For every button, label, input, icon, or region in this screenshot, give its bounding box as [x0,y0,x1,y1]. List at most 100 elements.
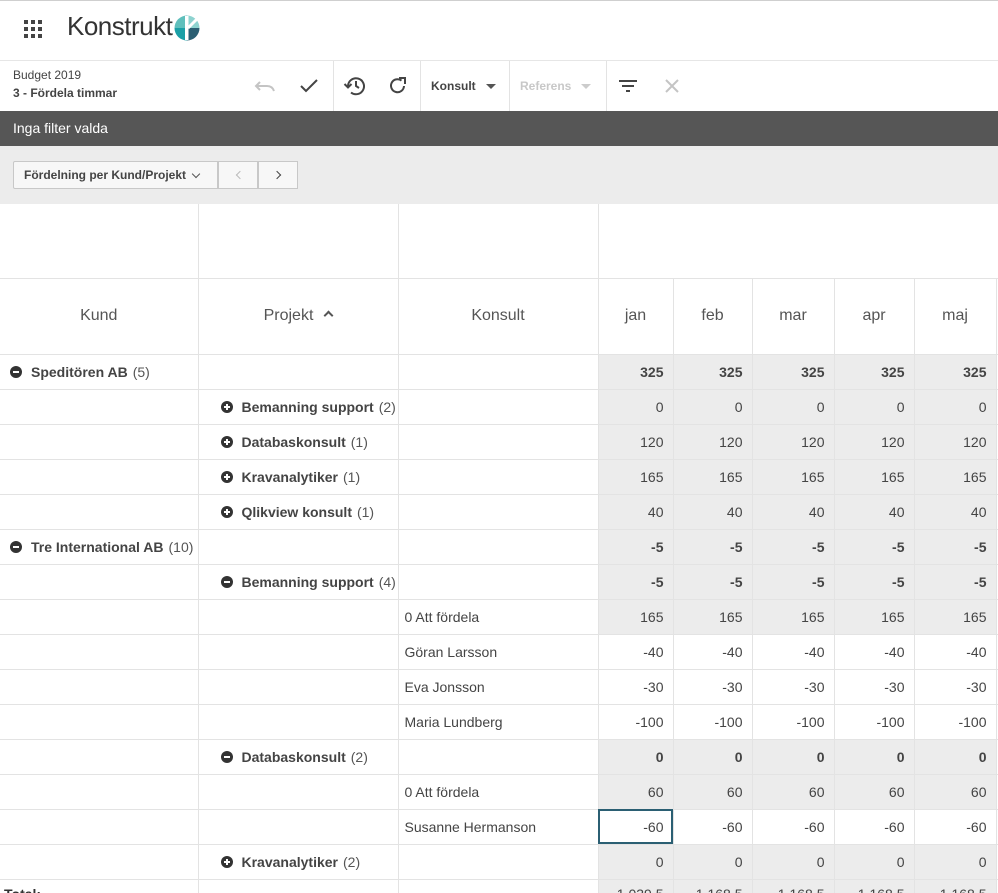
filter-status-bar: Inga filter valda [0,111,998,146]
month-value-cell: -5 [752,529,835,565]
table-row: Susanne Hermanson -60 -60 -60 -60 -60 [0,809,998,845]
table-row: Qlikview konsult (1) 40 40 40 40 40 [0,494,998,530]
row-count: (1) [343,468,361,485]
column-header-kund[interactable]: Kund [0,278,199,355]
app-header: Konstrukt [0,0,998,61]
table-row: 0 Att fördela 60 60 60 60 60 [0,774,998,810]
month-value-cell: 0 [834,844,915,880]
month-value-cell: 165 [752,459,835,495]
month-value-cell[interactable]: -100 [752,704,835,740]
konsult-dropdown-label: Konsult [431,79,476,93]
column-header-konsult[interactable]: Konsult [398,278,599,355]
column-header-month[interactable]: maj [914,278,997,355]
month-value-cell: 0 [914,844,997,880]
close-icon [665,79,679,93]
clear-filter-button[interactable] [657,71,687,101]
chevron-left-icon [235,170,244,180]
logo-text: Konstrukt [67,11,173,41]
month-value-cell: 40 [834,494,915,530]
month-value-cell[interactable]: -60 [834,809,915,845]
month-value-cell[interactable]: -30 [598,669,674,705]
month-value-cell: 0 [598,389,674,425]
month-value-cell: 0 [673,739,753,775]
expand-icon[interactable] [220,855,233,868]
month-value-cell[interactable]: -60 [914,809,997,845]
caret-down-icon [581,83,592,89]
expand-icon[interactable] [220,505,233,518]
month-value-cell[interactable]: -30 [752,669,835,705]
consultant-name [398,494,599,530]
grouping-dropdown[interactable]: Fördelning per Kund/Projekt [13,161,218,189]
expand-icon[interactable] [220,470,233,483]
month-value-cell[interactable]: -60 [673,809,753,845]
total-value-cell: 1 168.5 [914,879,997,893]
month-value-cell: 325 [834,354,915,390]
chevron-down-icon [191,169,201,178]
month-value-cell[interactable]: -100 [598,704,674,740]
table-row: Speditören AB (5) 325 325 325 325 325 [0,354,998,390]
month-value-cell: 165 [914,459,997,495]
month-value-cell: 165 [834,459,915,495]
table-row: Bemanning support (2) 0 0 0 0 0 [0,389,998,425]
month-value-cell: 325 [598,354,674,390]
expand-icon[interactable] [220,435,233,448]
month-value-cell: 60 [598,774,674,810]
breadcrumb-budget[interactable]: Budget 2019 [13,68,81,82]
app-launcher-icon[interactable] [24,20,42,38]
month-value-cell: 165 [598,459,674,495]
month-value-cell: -5 [834,564,915,600]
month-value-cell[interactable]: -30 [673,669,753,705]
customer-name: Tre International AB [31,538,164,555]
month-value-cell: 165 [752,599,835,635]
month-value-cell[interactable]: -40 [834,634,915,670]
month-value-cell[interactable]: -60 [752,809,835,845]
month-value-cell: 60 [914,774,997,810]
month-value-cell: 0 [673,389,753,425]
referens-dropdown[interactable]: Referens [520,61,592,111]
consultant-name [398,529,599,565]
month-value-cell: -5 [673,564,753,600]
collapse-icon[interactable] [10,540,22,553]
chevron-right-icon [272,170,281,180]
month-value-cell: -5 [914,529,997,565]
column-header-month[interactable]: feb [673,278,753,355]
month-value-cell: 120 [914,424,997,460]
month-value-cell: 60 [752,774,835,810]
month-value-cell: 60 [673,774,753,810]
collapse-icon[interactable] [220,575,233,588]
month-value-cell[interactable]: -40 [752,634,835,670]
column-header-projekt[interactable]: Projekt [198,278,399,355]
month-value-cell[interactable]: -100 [673,704,753,740]
month-value-cell: 325 [673,354,753,390]
consultant-name [398,424,599,460]
column-header-month[interactable]: jan [598,278,674,355]
history-button[interactable] [339,71,369,101]
save-button[interactable] [294,71,324,101]
month-value-cell[interactable]: -40 [914,634,997,670]
month-value-cell[interactable]: -60 [598,809,674,845]
month-value-cell[interactable]: -30 [914,669,997,705]
total-value-cell: 1 168.5 [834,879,915,893]
total-value-cell: 1 039.5 [598,879,674,893]
konsult-dropdown[interactable]: Konsult [431,61,496,111]
next-page-button[interactable] [258,161,298,189]
collapse-icon[interactable] [220,750,233,763]
row-count: (10) [168,538,194,555]
filter-button[interactable] [613,71,643,101]
consultant-name: Eva Jonsson [398,669,599,705]
month-value-cell[interactable]: -100 [834,704,915,740]
month-value-cell[interactable]: -30 [834,669,915,705]
month-value-cell[interactable]: -40 [598,634,674,670]
undo-button[interactable] [250,71,280,101]
month-value-cell[interactable]: -100 [914,704,997,740]
collapse-icon[interactable] [10,365,22,378]
column-header-month[interactable]: mar [752,278,835,355]
column-header-month[interactable]: apr [834,278,915,355]
refresh-button[interactable] [383,71,413,101]
previous-page-button[interactable] [218,161,258,189]
expand-icon[interactable] [220,400,233,413]
month-value-cell: 165 [598,599,674,635]
month-value-cell: 0 [834,739,915,775]
consultant-name [398,389,599,425]
month-value-cell[interactable]: -40 [673,634,753,670]
